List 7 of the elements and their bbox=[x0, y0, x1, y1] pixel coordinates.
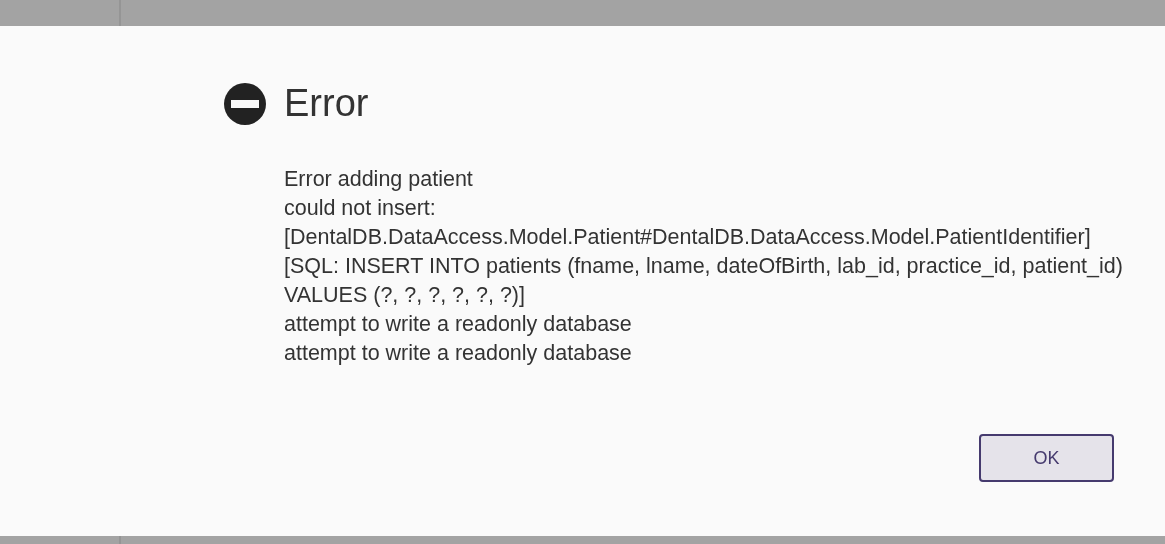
error-message-line: Error adding patient bbox=[284, 166, 474, 193]
ok-button[interactable]: OK bbox=[979, 434, 1114, 482]
error-message-line: attempt to write a readonly database bbox=[284, 340, 633, 367]
error-message-line: could not insert: bbox=[284, 195, 437, 222]
error-message-line: attempt to write a readonly database bbox=[284, 311, 633, 338]
error-icon bbox=[224, 82, 266, 125]
dialog-title: Error bbox=[284, 82, 369, 125]
